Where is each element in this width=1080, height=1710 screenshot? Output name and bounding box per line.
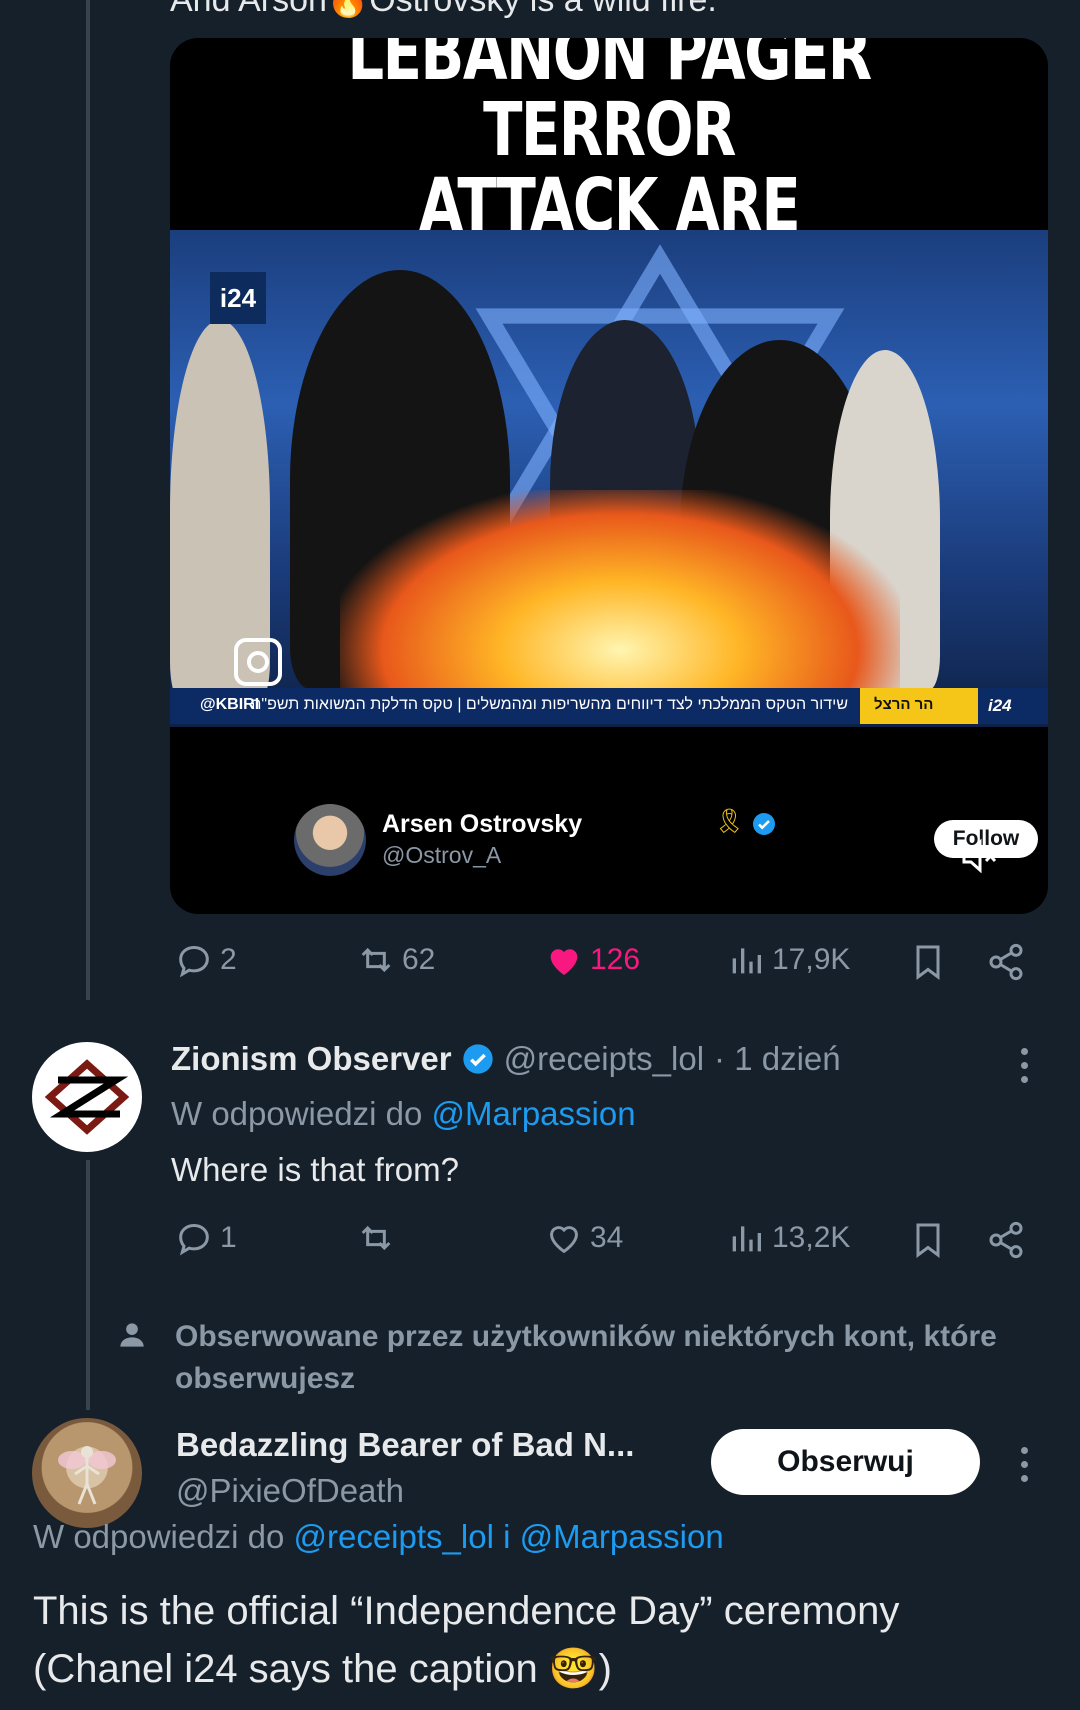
repost-button[interactable]: 62 [356, 940, 435, 980]
repost-count: 62 [402, 943, 436, 976]
repost-icon [361, 947, 391, 973]
views-icon [732, 948, 761, 974]
mention-link[interactable]: @Marpassion [520, 1518, 724, 1555]
reply-prefix: W odpowiedzi do [171, 1095, 423, 1132]
instagram-icon [234, 638, 282, 686]
mention-link[interactable]: @receipts_lol [293, 1518, 493, 1555]
reply2-text: This is the official “Independence Day” … [33, 1582, 899, 1698]
embed-author: Arsen Ostrovsky 🎗 @Ostrov_A Follow [294, 800, 1038, 880]
like-button[interactable]: 126 [544, 940, 640, 980]
share-icon[interactable] [986, 1220, 1026, 1260]
heart-icon [549, 1226, 579, 1254]
tweet-text-cutoff: And Arson🔥Ostrovsky is a wild fire. [170, 0, 717, 19]
repost-button[interactable] [356, 1218, 402, 1258]
reply2-author-name[interactable]: Bedazzling Bearer of Bad N... [176, 1426, 634, 1464]
verified-badge-icon [462, 1044, 493, 1074]
thread-line-middle [86, 1160, 90, 1410]
share-icon[interactable] [986, 942, 1026, 982]
thread-line-top [86, 0, 90, 1000]
like-button[interactable]: 34 [544, 1218, 623, 1258]
heart-filled-icon [550, 949, 578, 975]
reply-icon [179, 945, 209, 978]
views-count: 17,9K [772, 943, 851, 976]
more-options-icon[interactable] [1021, 1447, 1029, 1489]
reply-count: 1 [220, 1221, 237, 1254]
like-count: 34 [590, 1221, 624, 1254]
social-context-text: Obserwowane przez użytkowników niektóryc… [175, 1320, 997, 1395]
views-icon [732, 1226, 761, 1252]
tweet-actions: 2 62 126 17,9K [170, 940, 1040, 990]
reply2-author-handle[interactable]: @PixieOfDeath [176, 1472, 634, 1510]
more-options-icon[interactable] [1021, 1048, 1029, 1090]
embed-author-handle: @Ostrov_A [382, 842, 502, 868]
flame [340, 490, 900, 690]
reply-join: i [503, 1518, 511, 1555]
views-button[interactable]: 17,9K [726, 940, 850, 980]
bookmark-icon[interactable] [908, 1218, 948, 1262]
avatar[interactable] [32, 1042, 142, 1152]
views-button[interactable]: 13,2K [726, 1218, 850, 1258]
like-count: 126 [590, 943, 641, 976]
ticker-logo: i24 [988, 696, 1012, 715]
reply1-header: Zionism Observer @receipts_lol · 1 dzień [171, 1040, 841, 1078]
bookmark-icon[interactable] [908, 940, 948, 984]
verified-badge-icon [753, 813, 775, 835]
channel-logo: i24 [210, 272, 266, 324]
reply1-author-handle[interactable]: @receipts_lol [504, 1040, 704, 1078]
ticker-label: הר הרצל [874, 696, 934, 713]
reply-button[interactable]: 1 [174, 1218, 237, 1258]
reply1-text: Where is that from? [171, 1151, 459, 1188]
reply2-text-line2: (Chanel i24 says the caption 🤓) [33, 1647, 612, 1691]
tweet-actions: 1 34 13,2K [170, 1218, 1040, 1268]
headline-line1: LEBANON PAGER TERROR [347, 38, 872, 173]
repost-icon [361, 1225, 391, 1251]
avatar[interactable] [32, 1418, 142, 1528]
views-count: 13,2K [772, 1221, 851, 1254]
reply2-text-line1: This is the official “Independence Day” … [33, 1589, 900, 1633]
reply1-author-name[interactable]: Zionism Observer [171, 1040, 452, 1078]
reply1-timestamp[interactable]: · 1 dzień [714, 1040, 841, 1078]
follow-button[interactable]: Obserwuj [711, 1429, 980, 1495]
ticker-text: שידור הטקס הממלכתי לצד דיווחים מהשריפות … [251, 696, 848, 713]
video-frame[interactable]: i24 [170, 230, 1048, 727]
embed-author-name: Arsen Ostrovsky [382, 810, 583, 838]
news-ticker: @KBIRI שידור הטקס הממלכתי לצד דיווחים מה… [170, 688, 1048, 724]
person-icon [120, 1323, 144, 1347]
pixie-figure-graphic [58, 1446, 116, 1505]
media-card[interactable]: LEBANON PAGER TERROR ATTACK ARE CELEBRAT… [170, 38, 1048, 914]
zionism-observer-logo [44, 1059, 130, 1135]
reply-button[interactable]: 2 [174, 940, 237, 980]
reply-icon [179, 1223, 209, 1256]
mention-link[interactable]: @Marpassion [431, 1095, 635, 1132]
reply-prefix: W odpowiedzi do [33, 1518, 285, 1555]
reply-count: 2 [220, 943, 237, 976]
reply1-reply-context: W odpowiedzi do @Marpassion [171, 1095, 636, 1133]
reply2-header: Bedazzling Bearer of Bad N... @PixieOfDe… [176, 1426, 634, 1510]
mute-icon[interactable] [960, 836, 1000, 876]
avatar[interactable] [294, 804, 366, 876]
ribbon-icon: 🎗 [714, 808, 745, 835]
media-headline: LEBANON PAGER TERROR ATTACK ARE CELEBRAT… [267, 38, 952, 320]
ticker-watermark: @KBIRI [200, 696, 260, 713]
reply2-reply-context: W odpowiedzi do @receipts_lol i @Marpass… [33, 1518, 724, 1556]
